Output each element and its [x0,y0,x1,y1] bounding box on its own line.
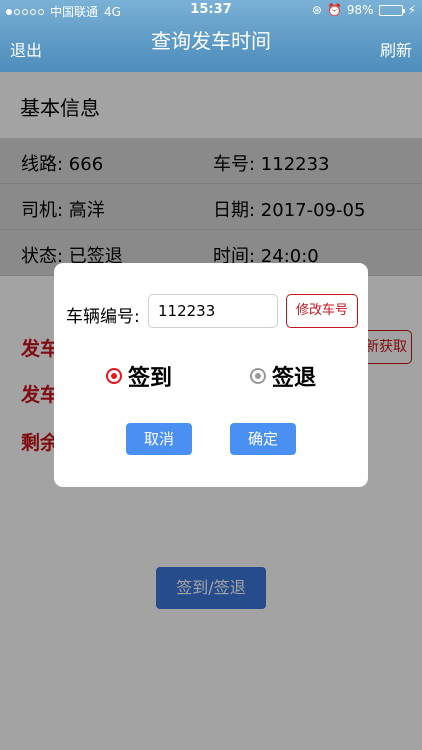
rotation-lock-icon: ⊛ [311,3,322,17]
top-bar: 中国联通 4G 15:37 ⊛ ⏰ 98% ⚡ 退出 查询发车时间 刷新 [0,0,422,72]
radio-unselected-icon [250,368,266,384]
checkin-dialog: 车辆编号: 112233 修改车号 签到 签退 取消 确定 [54,263,368,487]
confirm-button[interactable]: 确定 [230,423,296,455]
page-title: 查询发车时间 [151,29,271,53]
cancel-button[interactable]: 取消 [126,423,192,455]
checkout-radio[interactable]: 签退 [250,360,316,392]
battery-percent: 98% [346,3,374,17]
checkout-radio-label: 签退 [272,366,317,391]
battery-icon [378,4,405,16]
checkin-radio-label: 签到 [128,366,173,391]
checkin-radio[interactable]: 签到 [106,360,172,392]
vehicle-id-label: 车辆编号: [66,307,140,327]
nav-bar: 退出 查询发车时间 刷新 [0,22,422,72]
alarm-icon: ⏰ [326,3,342,17]
vehicle-id-input[interactable]: 112233 [148,294,278,328]
edit-vehicle-button[interactable]: 修改车号 [286,294,358,328]
radio-selected-icon [106,368,122,384]
charging-icon: ⚡ [407,3,416,17]
status-bar: 中国联通 4G 15:37 ⊛ ⏰ 98% ⚡ [0,0,422,22]
refresh-button[interactable]: 刷新 [380,37,412,61]
